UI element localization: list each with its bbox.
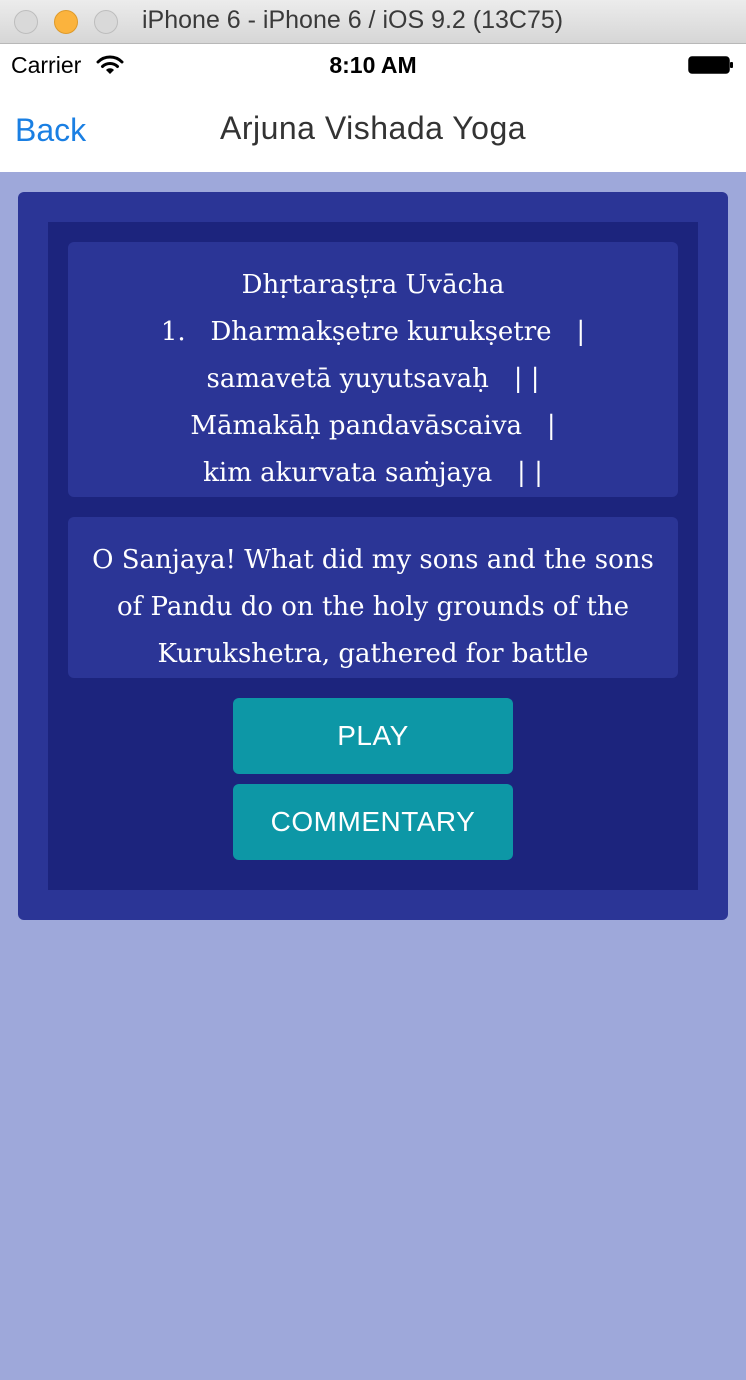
status-bar: Carrier 8:10 AM: [0, 44, 746, 86]
play-button[interactable]: PLAY: [233, 698, 513, 774]
status-time: 8:10 AM: [329, 52, 417, 78]
verse-line: Dhṛtaraṣṭra Uvācha: [241, 270, 505, 300]
window-title: iPhone 6 - iPhone 6 / iOS 9.2 (13C75): [142, 6, 564, 34]
verse-line: kim akurvata saṁjaya | |: [203, 458, 543, 488]
verse-line: 1. Dharmakṣetre kurukṣetre |: [160, 317, 586, 347]
commentary-button[interactable]: COMMENTARY: [233, 784, 513, 860]
translation-box: O Sanjaya! What did my sons and the sons…: [68, 517, 678, 678]
translation-text: O Sanjaya! What did my sons and the sons…: [92, 545, 654, 669]
verse-line: Māmakāḥ pandavāscaiva |: [190, 411, 556, 441]
verse-card: Dhṛtaraṣṭra Uvācha 1. Dharmakṣetre kuruk…: [18, 192, 728, 920]
verse-card-inner: Dhṛtaraṣṭra Uvācha 1. Dharmakṣetre kuruk…: [48, 222, 698, 890]
sanskrit-verse: Dhṛtaraṣṭra Uvācha 1. Dharmakṣetre kuruk…: [68, 242, 678, 497]
verse-line: samavetā yuyutsavaḥ | |: [206, 364, 540, 394]
battery-icon: [688, 56, 734, 74]
simulator-title-bar: iPhone 6 - iPhone 6 / iOS 9.2 (13C75): [0, 0, 746, 44]
page-title: Arjuna Vishada Yoga: [219, 110, 527, 146]
sanskrit-verse-box: Dhṛtaraṣṭra Uvācha 1. Dharmakṣetre kuruk…: [68, 242, 678, 497]
navigation-bar: Back Arjuna Vishada Yoga: [0, 86, 746, 172]
window-minimize-button[interactable]: [54, 10, 78, 34]
window-zoom-button[interactable]: [94, 10, 118, 34]
window-close-button[interactable]: [14, 10, 38, 34]
